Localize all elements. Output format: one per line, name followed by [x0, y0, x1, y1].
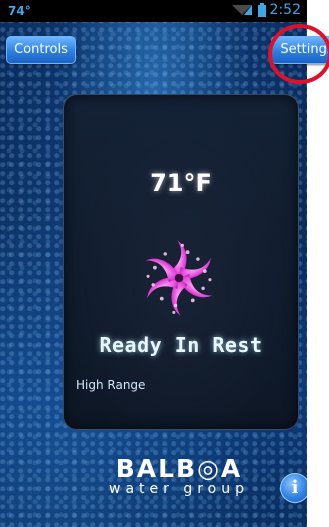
status-temperature: 74°: [8, 4, 31, 18]
highlight-circle: [268, 24, 329, 84]
controls-button[interactable]: Controls: [6, 36, 76, 64]
status-right: 2:52: [231, 2, 301, 18]
status-time: 2:52: [269, 2, 301, 18]
signal-icon: [231, 5, 252, 15]
battery-icon: [257, 3, 266, 17]
info-icon[interactable]: i: [280, 473, 307, 503]
brand-logo: BALB◎A water group: [104, 454, 254, 497]
spa-pump-icon: [145, 240, 213, 316]
current-temperature: 71°F: [150, 169, 212, 197]
phone-screen: 74° 2:52 Controls 71°F Ready In Rest Hig…: [0, 0, 307, 527]
status-panel: 71°F Ready In Rest High Range: [63, 94, 299, 430]
spa-status: Ready In Rest: [99, 333, 263, 357]
temperature-range: High Range: [76, 378, 146, 392]
status-bar: 74° 2:52: [0, 0, 307, 22]
brand-tagline: water group: [109, 481, 249, 497]
brand-name: BALB◎A: [115, 454, 243, 483]
